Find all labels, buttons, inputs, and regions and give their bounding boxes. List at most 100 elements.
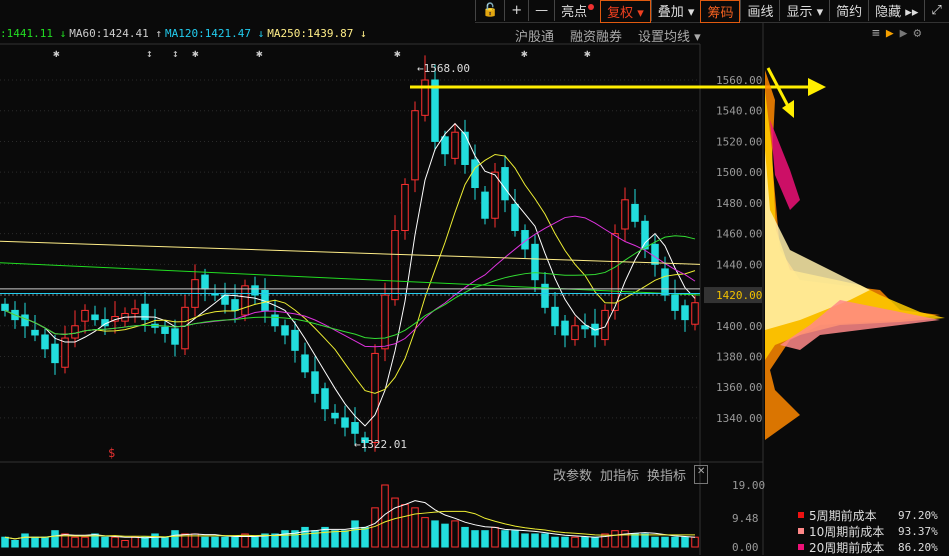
candle	[431, 64, 439, 151]
toolbar-button-9[interactable]: 简约	[829, 0, 868, 21]
event-marker-icon: ✱	[521, 47, 528, 60]
toolbar-button-5[interactable]: 叠加 ▾	[650, 0, 701, 21]
volume-bar	[621, 530, 629, 548]
candle	[601, 304, 609, 346]
play-active-icon[interactable]: ▶	[886, 26, 894, 41]
volume-bar	[321, 526, 329, 548]
zoom-in-icon[interactable]: +	[504, 0, 528, 21]
price-tick: 1500.00	[716, 166, 762, 179]
candle	[51, 334, 59, 375]
volume-bar	[431, 520, 439, 548]
volume-tick: 0.00	[732, 541, 759, 554]
close-icon[interactable]: ✕	[694, 465, 709, 484]
toolbar-button-7[interactable]: 画线	[740, 0, 779, 21]
gear-icon[interactable]: ⚙	[913, 26, 921, 41]
fullscreen-icon[interactable]: ⤢	[924, 0, 947, 21]
candle	[691, 293, 699, 331]
toolbar-button-8[interactable]: 显示 ▾	[779, 0, 829, 21]
indicator-link[interactable]: 换指标	[647, 465, 686, 484]
volume-bar	[611, 530, 619, 548]
arrow-head-icon	[808, 78, 826, 96]
candle	[311, 356, 319, 403]
candle	[561, 315, 569, 348]
chart-link[interactable]: 沪股通	[515, 26, 554, 45]
volume-tick: 9.48	[732, 512, 759, 525]
toolbar-button-4[interactable]: 复权 ▾	[600, 0, 651, 23]
volume-bar	[41, 536, 49, 548]
candle	[621, 187, 629, 242]
toolbar-label: 隐藏 ▸▸	[875, 5, 919, 20]
highlight-dot-icon	[588, 3, 595, 10]
volume-bar	[571, 536, 579, 548]
toolbar-label: ⤢	[931, 3, 942, 18]
price-tick: 1460.00	[716, 228, 762, 241]
chip-panel-icons: ≡ ▶ ▶ ⚙	[872, 26, 921, 41]
volume-bar	[201, 536, 209, 548]
volume-bar	[131, 536, 139, 548]
list-icon[interactable]: ≡	[872, 26, 880, 41]
chart-link[interactable]: 设置均线 ▾	[638, 26, 701, 45]
price-tick: 1400.00	[716, 320, 762, 333]
swatch	[798, 544, 804, 550]
candle	[21, 302, 29, 339]
event-marker-icon: ✱	[53, 47, 60, 60]
chip-legend-item: 5周期前成本 97.20%	[798, 507, 938, 523]
toolbar-button-3[interactable]: 亮点	[554, 0, 600, 21]
candle	[31, 315, 39, 342]
chart-link[interactable]: 融资融券	[570, 26, 622, 45]
volume-bar	[101, 536, 109, 548]
toolbar-label: 画线	[747, 5, 774, 20]
chart-links: 沪股通 融资融券 设置均线 ▾	[515, 26, 701, 45]
volume-bar	[111, 536, 119, 548]
volume-bar	[161, 536, 169, 548]
swatch	[798, 528, 804, 534]
candle	[571, 316, 579, 346]
ma-value: MA60:1424.41 ↑	[69, 27, 162, 40]
kline-chart[interactable]: 1560.00 1540.00 1520.00 1500.00 1480.00 1460.…	[0, 0, 949, 555]
zoom-out-icon[interactable]: —	[528, 0, 554, 21]
price-tick: 1520.00	[716, 135, 762, 148]
chip-label: 10周期前成本	[809, 524, 885, 539]
lock-open-icon[interactable]: 🔓	[475, 0, 504, 21]
volume-bar	[281, 530, 289, 548]
candle	[531, 235, 539, 292]
price-tick: 1540.00	[716, 105, 762, 118]
volume-bar	[11, 539, 19, 548]
volume-bar	[1, 536, 9, 548]
toolbar-button-10[interactable]: 隐藏 ▸▸	[868, 0, 924, 21]
indicator-link[interactable]: 改参数	[553, 465, 592, 484]
volume-bar	[461, 526, 469, 548]
candle	[501, 155, 509, 213]
volume-bar	[121, 539, 129, 548]
volume-bar	[471, 530, 479, 548]
volume-bar	[241, 533, 249, 548]
candle	[61, 325, 69, 374]
candle	[341, 405, 349, 437]
swatch	[798, 512, 804, 518]
candle	[91, 305, 99, 326]
candle	[131, 299, 139, 323]
ma-value: MA250:1439.87 ↓	[267, 27, 367, 40]
volume-bar	[21, 533, 29, 548]
play-icon[interactable]: ▶	[900, 26, 908, 41]
volume-bar	[361, 526, 369, 548]
candle	[301, 342, 309, 378]
volume-bar	[351, 520, 359, 548]
candle	[681, 299, 689, 332]
indicator-link[interactable]: 加指标	[600, 465, 639, 484]
toolbar-label: 叠加 ▾	[657, 5, 695, 20]
toolbar-label: 显示 ▾	[786, 5, 824, 20]
volume-bar	[481, 530, 489, 548]
toolbar-button-6[interactable]: 筹码	[700, 0, 741, 23]
candle	[411, 101, 419, 193]
ma10-line	[4, 153, 696, 394]
toolbar-label: 复权 ▾	[607, 6, 644, 21]
toolbar: 🔓 + — 亮点 复权 ▾ 叠加 ▾ 筹码 画线 显示 ▾ 简约 隐藏 ▸▸ ⤢	[475, 0, 949, 23]
chip-legend-item: 10周期前成本 93.37%	[798, 523, 938, 539]
candle	[481, 185, 489, 225]
long-ma-line	[0, 262, 701, 296]
volume-bar	[671, 536, 679, 548]
price-tick: 1440.00	[716, 258, 762, 271]
candle	[391, 215, 399, 306]
current-price: 1420.00	[716, 289, 762, 302]
